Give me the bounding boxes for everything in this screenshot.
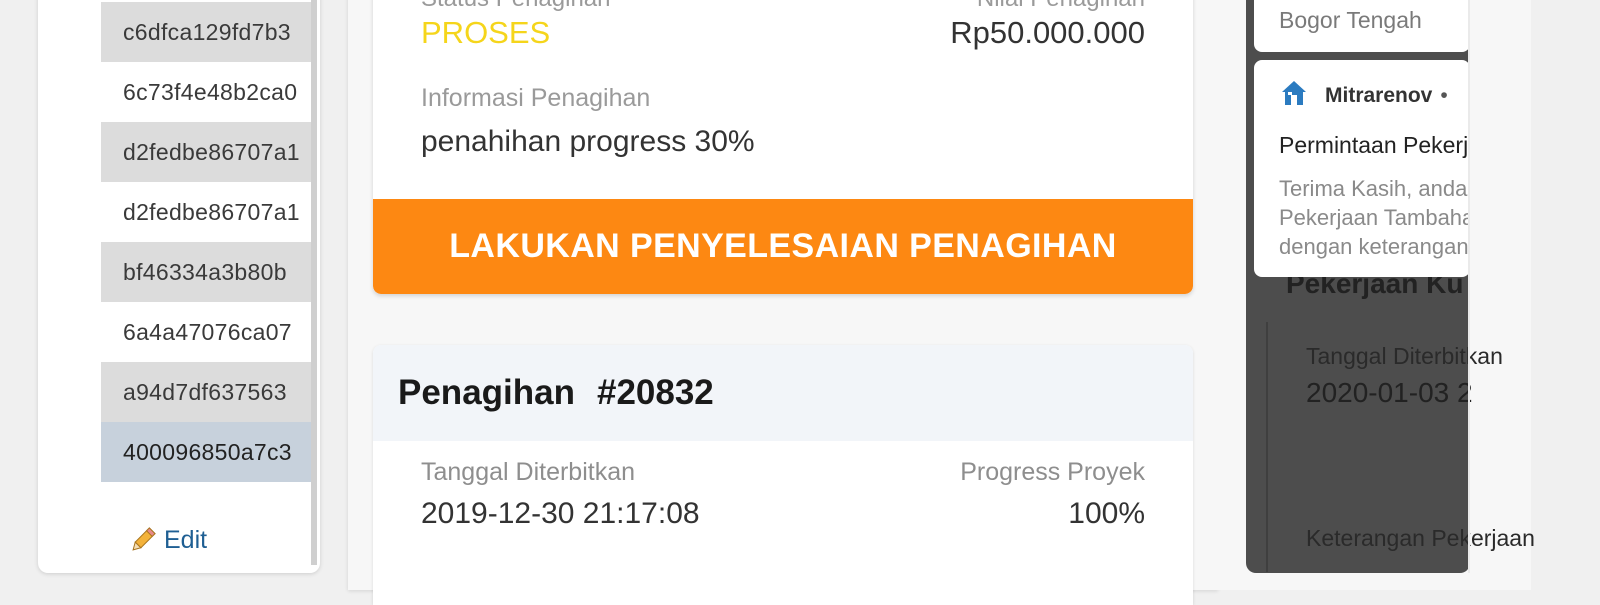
- amount-label: Nilai Penagihan: [977, 0, 1145, 13]
- push-notification[interactable]: Mitrarenov • Permintaan Pekerjaan Terima…: [1254, 60, 1470, 277]
- panel-divider: [1468, 0, 1470, 573]
- notification-body-line: dengan keterangan: [1279, 234, 1469, 259]
- hash-row[interactable]: d2fedbe86707a1: [101, 182, 311, 242]
- billing-card-header: Penagihan #20832: [373, 345, 1193, 441]
- hash-row-selected[interactable]: 400096850a7c3: [101, 422, 311, 482]
- info-label: Informasi Penagihan: [421, 84, 651, 112]
- status-value: PROSES: [421, 15, 551, 50]
- notification-top-text: Bogor Tengah: [1279, 7, 1422, 33]
- billing-title: Penagihan: [398, 373, 575, 412]
- hash-row[interactable]: bf46334a3b80b: [101, 242, 311, 302]
- notification-body-line: Terima Kasih, anda: [1279, 176, 1468, 201]
- bg-date-value: 2020-01-03 2: [1306, 377, 1473, 408]
- date-value: 2019-12-30 21:17:08: [421, 497, 700, 530]
- notification-top[interactable]: Bogor Tengah: [1254, 0, 1470, 52]
- bg-date-label: Tanggal Diterbitkan: [1306, 343, 1503, 369]
- hash-list: c6dfca129fd7b3 6c73f4e48b2ca0 d2fedbe867…: [101, 2, 311, 482]
- edit-label: Edit: [164, 525, 208, 554]
- pencil-icon: [128, 525, 158, 555]
- notification-title: Permintaan Pekerjaan: [1279, 132, 1470, 158]
- bg-desc-label: Keterangan Pekerjaan: [1306, 525, 1535, 551]
- notification-body: Terima Kasih, anda Pekerjaan Tambahan de…: [1279, 174, 1470, 261]
- hash-row[interactable]: c6dfca129fd7b3: [101, 2, 311, 62]
- status-label: Status Penagihan: [421, 0, 610, 13]
- billing-number: #20832: [596, 373, 714, 412]
- billing-card[interactable]: Penagihan #20832 Tanggal Diterbitkan Pro…: [373, 345, 1193, 605]
- hash-row[interactable]: 6a4a47076ca07: [101, 302, 311, 362]
- notification-app-row: Mitrarenov •: [1279, 78, 1448, 113]
- edit-link[interactable]: Edit: [128, 525, 207, 555]
- progress-label: Progress Proyek: [960, 458, 1145, 486]
- progress-value: 100%: [1068, 497, 1145, 530]
- billing-screen: Status Penagihan Nilai Penagihan PROSES …: [348, 0, 1218, 605]
- info-value: penahihan progress 30%: [421, 125, 755, 158]
- hash-row[interactable]: d2fedbe86707a1: [101, 122, 311, 182]
- billing-status-card: Status Penagihan Nilai Penagihan PROSES …: [373, 0, 1193, 294]
- notification-body-line: Pekerjaan Tambahan: [1279, 205, 1470, 230]
- amount-value: Rp50.000.000: [950, 15, 1145, 50]
- hash-row[interactable]: 6c73f4e48b2ca0: [101, 62, 311, 122]
- scrollbar[interactable]: [311, 0, 317, 565]
- house-icon: [1279, 78, 1309, 113]
- hash-list-panel: c6dfca129fd7b3 6c73f4e48b2ca0 d2fedbe867…: [38, 0, 320, 573]
- notification-app-name: Mitrarenov: [1325, 83, 1433, 107]
- timeline-line: [1266, 322, 1268, 572]
- date-label: Tanggal Diterbitkan: [421, 458, 636, 486]
- notification-separator: •: [1440, 83, 1448, 107]
- complete-billing-button[interactable]: LAKUKAN PENYELESAIAN PENAGIHAN: [373, 199, 1193, 294]
- hash-row[interactable]: a94d7df637563: [101, 362, 311, 422]
